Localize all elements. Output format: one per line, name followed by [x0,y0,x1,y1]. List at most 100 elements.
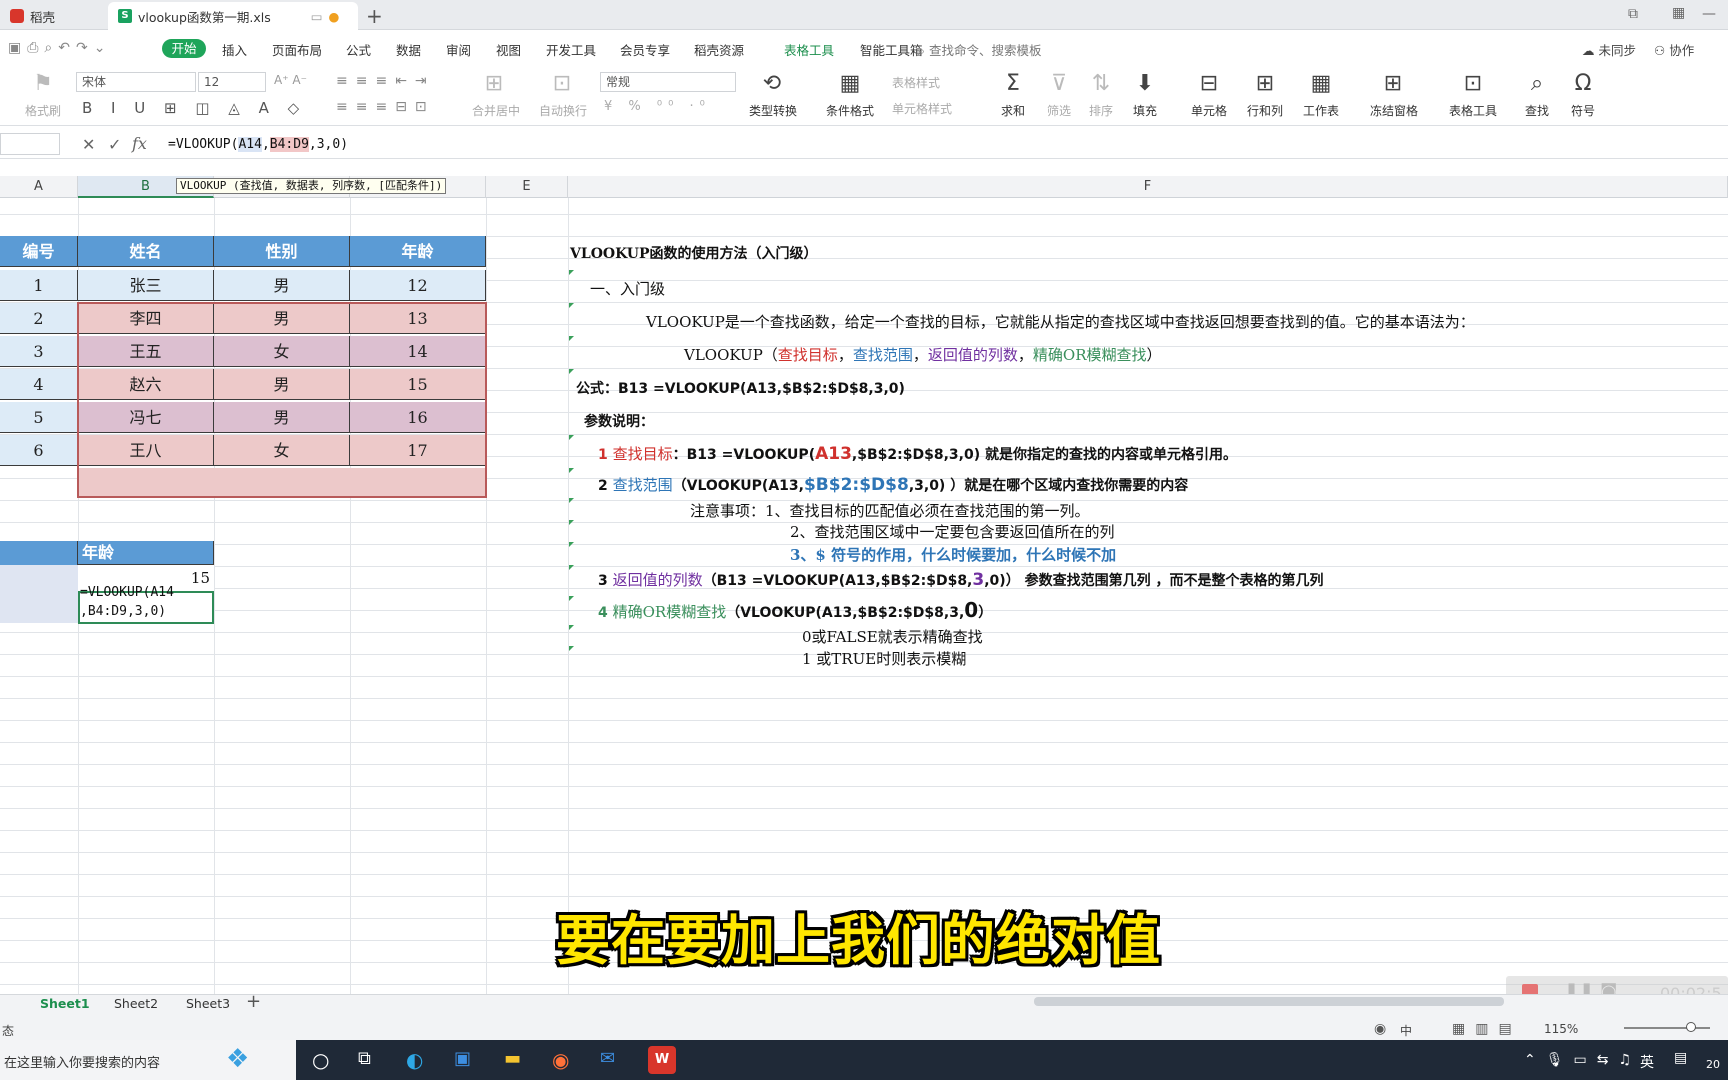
cell-icon[interactable]: ⊟ [1194,72,1224,96]
confirm-formula-icon[interactable]: ✓ [108,135,121,154]
cell-style-button[interactable]: 单元格样式 [892,100,952,117]
table-cell[interactable]: 4 [0,369,78,400]
find-icon[interactable]: ⌕ [1522,72,1552,96]
menu-view[interactable]: 视图 [496,40,521,59]
apps-grid-icon[interactable]: ▦ [1672,5,1685,21]
task-view-icon[interactable]: ⧉ [358,1048,371,1069]
font-style-icons[interactable]: B I U ⊞ ◫ ◬ A ◇ [82,99,306,117]
quick-access-icons[interactable]: ▣⎙⌕↶↷⌄ [8,40,111,56]
cond-format-label[interactable]: 条件格式 [822,102,878,119]
formula-input[interactable]: =VLOOKUP(A14,B4:D9,3,0) [168,137,348,152]
tabletools-label[interactable]: 表格工具 [1444,102,1502,119]
command-search[interactable]: ⌕ 查找命令、搜索模板 [918,40,1042,59]
align-h-icons[interactable]: ≡≡≡⊟⊡ [336,99,435,115]
menu-dev-tools[interactable]: 开发工具 [546,40,596,59]
menu-insert[interactable]: 插入 [222,40,247,59]
mail-icon[interactable]: ✉ [600,1048,615,1069]
sheet-icon[interactable]: ▦ [1306,72,1336,96]
number-buttons-icons[interactable]: ¥ % ⁰⁰ ·⁰ [604,99,711,114]
menu-docer[interactable]: 稻壳资源 [694,40,744,59]
minimize-icon[interactable]: — [1702,6,1716,22]
font-grow-shrink-icons[interactable]: A⁺ A⁻ [274,73,307,87]
col-header-f[interactable]: F [568,176,1728,198]
sum-icon[interactable]: Σ [998,72,1028,96]
lookup-header-blank[interactable] [0,541,78,565]
start-circle-icon[interactable]: ○ [312,1048,329,1072]
eye-icon[interactable]: ◉ [1374,1021,1386,1037]
table-cell[interactable]: 1 [0,270,78,301]
table-cell[interactable]: 男 [214,270,350,301]
firefox-icon[interactable]: ◉ [552,1048,569,1072]
lookup-id-cell[interactable] [0,565,78,623]
view-mode-icons[interactable]: ▦▥▤ [1452,1021,1522,1037]
table-cell[interactable]: 张三 [78,270,214,301]
edge-icon[interactable]: ◐ [406,1048,423,1072]
tab-window-icon[interactable]: ▭ [311,9,323,24]
zoom-slider[interactable] [1624,1027,1710,1029]
table-cell[interactable]: 5 [0,402,78,433]
menu-member[interactable]: 会员专享 [620,40,670,59]
table-cell[interactable]: 2 [0,303,78,334]
sheet-label[interactable]: 工作表 [1298,102,1344,119]
sheet-tab-3[interactable]: Sheet3 [186,996,230,1011]
notification-icon[interactable]: ▤ [1674,1050,1687,1066]
cond-format-icon[interactable]: ▦ [834,72,866,96]
number-format-select[interactable]: 常规 [600,72,736,92]
menu-formula[interactable]: 公式 [346,40,371,59]
merge-icon[interactable]: ⊞ [478,72,510,96]
align-top-icons[interactable]: ≡≡≡⇤⇥ [336,73,435,89]
tabletools-icon[interactable]: ⊡ [1458,72,1488,96]
col-header-a[interactable]: A [0,176,78,198]
menu-page-layout[interactable]: 页面布局 [272,40,322,59]
lookup-header-age[interactable]: 年龄 [78,541,214,565]
col-header-e[interactable]: E [486,176,568,198]
table-cell[interactable]: 6 [0,435,78,466]
table-header-id[interactable]: 编号 [0,236,78,267]
menu-review[interactable]: 审阅 [446,40,471,59]
type-convert-label[interactable]: 类型转换 [742,102,804,119]
font-size-select[interactable]: 12 [198,72,266,92]
sheet-tab-1[interactable]: Sheet1 [40,996,90,1011]
table-style-button[interactable]: 表格样式 [892,74,940,91]
table-header-name[interactable]: 姓名 [78,236,214,267]
symbol-label[interactable]: 符号 [1566,102,1600,119]
type-convert-icon[interactable]: ⟲ [756,72,788,96]
find-label[interactable]: 查找 [1520,102,1554,119]
rowcol-icon[interactable]: ⊞ [1250,72,1280,96]
tab-document[interactable]: S vlookup函数第一期.xls ▭ ● [108,2,358,30]
window-layout-icon[interactable]: ⧉ [1628,6,1638,22]
horizontal-scrollbar[interactable] [1034,997,1504,1006]
freeze-icon[interactable]: ⊞ [1378,72,1408,96]
filter-icon[interactable]: ⊽ [1044,72,1074,96]
fill-label[interactable]: 填充 [1128,102,1162,119]
table-header-gender[interactable]: 性别 [214,236,350,267]
merge-label[interactable]: 合并居中 [466,102,526,119]
freeze-label[interactable]: 冻结窗格 [1364,102,1424,119]
folder-icon[interactable]: ▬ [504,1048,521,1069]
sum-label[interactable]: 求和 [996,102,1030,119]
wrap-icon[interactable]: ⊡ [546,72,578,96]
zoom-slider-handle[interactable] [1686,1022,1696,1032]
menu-start[interactable]: 开始 [162,39,206,58]
table-cell[interactable]: 3 [0,336,78,367]
rowcol-label[interactable]: 行和列 [1242,102,1288,119]
zoom-level[interactable]: 115% [1544,1022,1578,1036]
cell-label[interactable]: 单元格 [1186,102,1232,119]
sort-label[interactable]: 排序 [1084,102,1118,119]
fill-icon[interactable]: ⬇ [1130,72,1160,96]
wps-taskbar-icon[interactable]: W [648,1046,676,1074]
store-icon[interactable]: ▣ [454,1048,471,1069]
wrap-label[interactable]: 自动换行 [536,102,590,119]
tray-icons[interactable]: ⌃🎙▭⇆♫ [1524,1052,1641,1068]
filter-label[interactable]: 筛选 [1042,102,1076,119]
menu-smart-toolbox[interactable]: 智能工具箱 [860,40,923,59]
sort-icon[interactable]: ⇅ [1086,72,1116,96]
format-brush-icon[interactable]: ⚑ [28,72,58,96]
menu-table-tools[interactable]: 表格工具 [784,40,834,59]
input-mode[interactable]: 中 [1400,1022,1412,1039]
table-header-age[interactable]: 年龄 [350,236,486,267]
menu-data[interactable]: 数据 [396,40,421,59]
tab-home[interactable]: 稻壳 [0,2,100,30]
table-cell[interactable]: 12 [350,270,486,301]
sheet-tab-2[interactable]: Sheet2 [114,996,158,1011]
